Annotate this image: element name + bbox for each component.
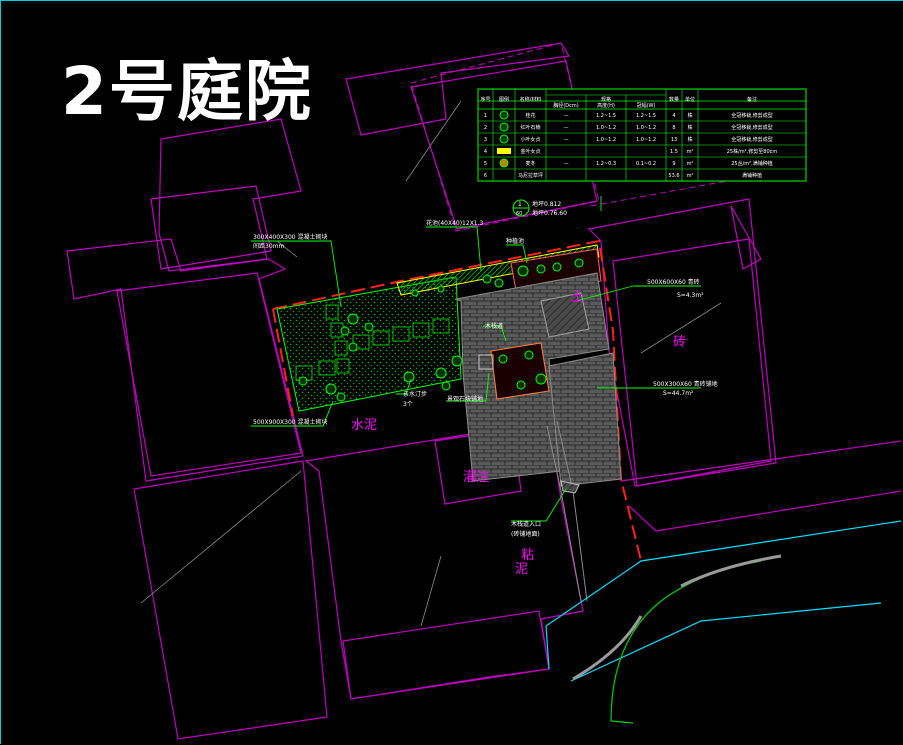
legend-row-d: — <box>564 113 569 119</box>
annotation-block-2: 500X900X300 混凝土砌块 <box>253 418 328 426</box>
legend-symbol-icon <box>499 134 509 144</box>
legend-header-1: 图例 <box>499 96 509 103</box>
section-sheet: 60 <box>516 211 522 217</box>
legend-row-w: 1.0~1.2 <box>636 125 656 131</box>
annotation-paving-1-area: S=4.3m² <box>677 292 704 299</box>
legend-row-note: 25株/m²,修剪至80cm <box>727 148 778 155</box>
legend-row-unit: 株 <box>687 124 692 131</box>
section-note-1: 地坪0.812 <box>532 200 561 208</box>
courtyard <box>272 239 642 602</box>
legend-row-h: 1.0~1.2 <box>596 137 616 143</box>
legend-row-no: 2 <box>484 125 487 131</box>
legend-table: 序号 图例 名称/材料 规格 数量 单位 备注胸径(Dcm) 高度(H) 冠幅(W) 1 桂花 — 1.… <box>477 88 807 182</box>
annotation-block-1: 300X400X300 混凝土砌块 <box>253 233 328 241</box>
annotation-paving-2: 500X300X60 青砖铺地 <box>653 380 718 388</box>
annotation-stone-paving: 景观石块铺地 <box>447 395 483 403</box>
legend-row-h: 1.2~0.3 <box>596 161 616 167</box>
legend-row-name: 红叶石楠 <box>520 124 540 131</box>
legend-row-qty: 9 <box>672 161 675 167</box>
building-right-inner <box>612 238 772 487</box>
legend-row-h: 1.2~1.5 <box>596 113 616 119</box>
legend-row-name: 马尼拉草坪 <box>518 172 543 179</box>
legend-row-note: 全冠移栽,修剪成型 <box>731 124 773 131</box>
legend-symbol-icon <box>499 158 509 168</box>
legend-row-name: 金叶女贞 <box>520 148 540 155</box>
annotation-planter-strip: 花池(40X40)12X1.3 <box>426 219 484 227</box>
legend-row-qty: 1.5 <box>670 149 678 155</box>
page-title: 2号庭院 <box>61 53 313 130</box>
legend-row-d: — <box>564 125 569 131</box>
legend-row-unit: 株 <box>687 136 692 143</box>
legend-row-h: 1.0~1.2 <box>596 125 616 131</box>
legend-row-name: 桂花 <box>525 112 535 119</box>
legend-row-name: 麦冬 <box>525 160 535 167</box>
building-left-inner <box>116 272 302 477</box>
annotation-stepping-count: 3个 <box>403 401 413 408</box>
section-note-2: 地坪0.76.60 <box>532 209 567 217</box>
legend-row-qty: 8 <box>672 125 675 131</box>
legend-header-6: 备注 <box>747 96 757 103</box>
legend-symbol-icon <box>499 122 509 132</box>
legend-header-2: 名称/材料 <box>520 96 542 103</box>
legend-subheader-0: 胸径(Dcm) <box>553 102 578 109</box>
roads <box>545 520 902 724</box>
annotation-stepping: 亲水汀步 <box>403 390 427 398</box>
annotation-paving-1: 500X600X60 青砖 <box>647 278 700 286</box>
annotation-block-1-gap: 间距30mm <box>253 242 284 250</box>
legend-row-no: 3 <box>484 137 487 143</box>
line-right-2 <box>628 490 902 532</box>
building-bottom-strip <box>342 610 550 700</box>
legend-row-w: 1.0~1.2 <box>636 137 656 143</box>
legend-header-5: 单位 <box>685 96 695 103</box>
label-right-block: 砖 <box>673 335 686 350</box>
cad-viewport[interactable]: 水泥 砖 土 灌注 粘 泥 1 60 地坪0.812 地坪0.76.60 300… <box>0 0 903 744</box>
legend-row-unit: m² <box>687 149 694 155</box>
legend-row-w: 0.1~0.2 <box>636 161 656 167</box>
legend-row-no: 4 <box>484 149 487 155</box>
legend-symbol-icon <box>499 110 509 120</box>
label-lower-block2b: 泥 <box>515 562 528 577</box>
annotation-planting-bed: 种植池 <box>506 237 524 245</box>
legend-row-note: 25丛/m²,满铺种植 <box>731 160 773 167</box>
section-num: 1 <box>518 201 522 208</box>
legend-header-0: 序号 <box>480 96 490 103</box>
legend-row-qty: 13 <box>671 137 677 143</box>
legend-row-qty: 53.6 <box>668 173 679 179</box>
building-left <box>66 238 304 482</box>
legend-row-unit: m² <box>687 161 694 167</box>
legend-header-4: 数量 <box>669 96 679 103</box>
legend-row-note: 全冠移栽,修剪成型 <box>731 136 773 143</box>
legend-row-no: 6 <box>484 173 487 179</box>
label-lower-block: 灌注 <box>463 470 489 485</box>
legend-row-qty: 4 <box>672 113 675 119</box>
legend-subheader-2: 冠幅(W) <box>637 102 656 109</box>
legend-row-note: 满铺种植 <box>742 172 762 179</box>
label-lower-block2a: 粘 <box>521 548 534 563</box>
legend-row-unit: 株 <box>687 112 692 119</box>
building-bottom-left <box>133 460 328 740</box>
legend-symbol-icon <box>497 148 511 154</box>
legend-row-w: 1.2~1.5 <box>636 113 656 119</box>
line-right-1 <box>620 440 902 482</box>
legend-row-no: 1 <box>484 113 487 119</box>
label-mid-block: 土 <box>571 290 584 305</box>
legend-subheader-1: 高度(H) <box>597 102 615 109</box>
building-right-notch <box>730 205 762 270</box>
legend-row-note: 全冠移栽,修剪成型 <box>731 112 773 119</box>
legend-row-name: 小叶女贞 <box>520 136 540 143</box>
legend-row-unit: m² <box>687 173 694 179</box>
annotation-paving-2-area: S=44.7m² <box>663 390 694 397</box>
paving-lower <box>548 352 622 487</box>
annotation-entrance-note: (砖铺地面) <box>511 530 540 538</box>
legend-row-d: — <box>564 161 569 167</box>
legend-row-d: — <box>564 137 569 143</box>
label-cement: 水泥 <box>351 418 377 433</box>
legend-row-no: 5 <box>484 161 487 167</box>
legend-header-3: 规格 <box>601 96 611 103</box>
annotation-boardwalk: 木栈道 <box>485 322 503 330</box>
planter-small <box>490 342 550 400</box>
annotation-entrance: 木栈道入口 <box>511 520 541 528</box>
